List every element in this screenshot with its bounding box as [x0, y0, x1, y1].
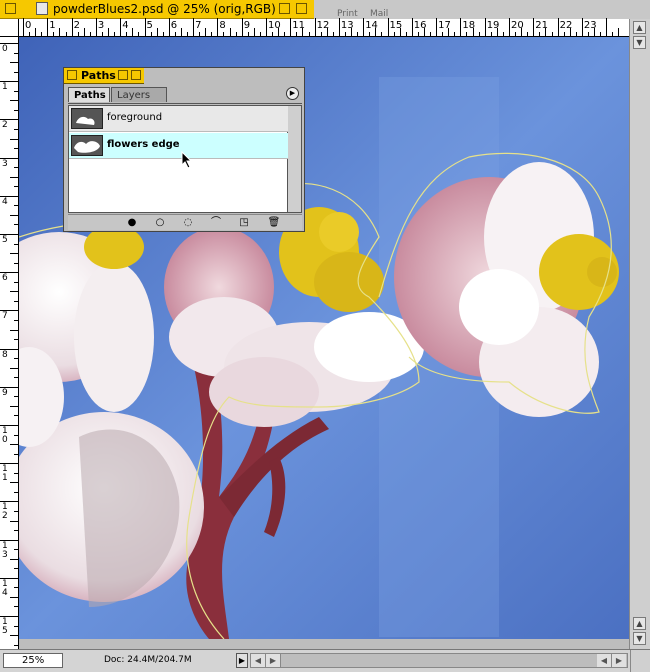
scroll-left-arrow-icon[interactable]: ◀: [597, 654, 612, 667]
ruler-tick-label: 5: [146, 20, 153, 31]
trash-icon[interactable]: 🗑: [264, 216, 284, 229]
ruler-tick-label: 9: [2, 387, 8, 398]
ruler-tick-label: 7: [2, 311, 8, 322]
ruler-tick-label: 14: [2, 578, 8, 598]
new-path-icon[interactable]: ◳: [234, 216, 254, 229]
horizontal-scrollbar[interactable]: ◀ ▶ ◀ ▶: [250, 653, 628, 668]
palette-close-box-icon[interactable]: [67, 70, 77, 80]
ruler-tick-label: 22: [559, 20, 573, 31]
ruler-tick-label: 18: [462, 20, 476, 31]
ruler-tick-label: 14: [365, 20, 378, 31]
vertical-ruler[interactable]: 0 1 2 3 4 5 6 7 8 9 10 11 12 13 14 15: [0, 37, 19, 649]
ruler-tick-label: 15: [389, 20, 403, 31]
fill-path-icon[interactable]: ●: [122, 216, 142, 229]
path-row-flowers-edge[interactable]: flowers edge: [69, 133, 288, 159]
palette-tabs: Paths Layers: [68, 87, 302, 104]
palette-zoom-box-icon[interactable]: [118, 70, 128, 80]
close-box-icon[interactable]: [5, 3, 16, 14]
active-title-area[interactable]: powderBlues2.psd @ 25% (orig,RGB): [0, 0, 314, 19]
ruler-tick-label: 7: [195, 20, 202, 31]
document-icon: [36, 2, 48, 15]
ruler-tick-label: 0: [25, 20, 32, 31]
collapse-box-icon[interactable]: [296, 3, 307, 14]
scroll-up-arrow-icon[interactable]: ▲: [633, 21, 646, 34]
ruler-tick-label: 6: [2, 273, 8, 284]
info-popup-arrow-icon[interactable]: ▶: [236, 653, 248, 668]
paths-list: foreground flowers edge: [68, 105, 288, 213]
paths-palette-toolbar: ● ○ ◌ ⌒ ◳ 🗑: [68, 214, 302, 230]
status-bar: 25% Doc: 24.4M/204.7M ▶ ◀ ▶ ◀ ▶: [0, 649, 650, 672]
ruler-tick-label: 1: [2, 82, 8, 93]
ruler-tick-label: 11: [292, 20, 306, 31]
document-size-info[interactable]: Doc: 24.4M/204.7M: [104, 655, 192, 665]
ruler-tick-label: 11: [2, 464, 8, 484]
path-thumbnail: [71, 135, 103, 156]
ruler-tick-label: 3: [2, 158, 8, 169]
mouse-pointer-icon: [181, 151, 193, 169]
make-workpath-icon[interactable]: ⌒: [206, 216, 226, 229]
ruler-tick-label: 8: [2, 349, 8, 360]
ruler-tick-label: 10: [268, 20, 281, 31]
scroll-right-arrow-icon[interactable]: ▶: [612, 654, 626, 667]
ruler-tick-label: 2: [2, 120, 8, 131]
tab-paths[interactable]: Paths: [68, 87, 110, 102]
ruler-tick-label: 4: [2, 196, 8, 207]
ruler-tick-label: 21: [535, 20, 549, 31]
path-thumbnail: [71, 108, 103, 129]
scroll-down-arrow-icon[interactable]: ▼: [633, 36, 646, 49]
load-selection-icon[interactable]: ◌: [178, 216, 198, 229]
scroll-left-arrow-icon[interactable]: ◀: [251, 654, 266, 667]
ruler-tick-label: 20: [511, 20, 524, 31]
ruler-tick-label: 8: [219, 20, 226, 31]
background-window-item: Mail: [370, 9, 389, 19]
scroll-up-arrow-icon[interactable]: ▲: [633, 617, 646, 630]
ruler-tick-label: 16: [413, 20, 427, 31]
resize-grip-icon[interactable]: [630, 650, 650, 672]
palette-title-bar[interactable]: Paths: [64, 68, 144, 84]
ruler-tick-label: 10: [2, 426, 8, 445]
ruler-tick-label: 3: [97, 20, 105, 31]
ruler-tick-label: 23: [583, 20, 597, 31]
tab-layers[interactable]: Layers: [111, 87, 167, 102]
ruler-tick-label: 12: [2, 502, 8, 522]
palette-menu-arrow-icon[interactable]: ▶: [286, 87, 299, 100]
ruler-tick-label: 6: [170, 20, 178, 31]
ruler-tick-label: 13: [340, 20, 354, 31]
path-row-foreground[interactable]: foreground: [69, 106, 288, 132]
ruler-tick-label: 17: [438, 20, 451, 31]
stroke-path-icon[interactable]: ○: [150, 216, 170, 229]
ruler-tick-label: 4: [122, 20, 129, 31]
ruler-tick-label: 13: [2, 540, 8, 560]
ruler-tick-label: 12: [316, 20, 330, 31]
background-window-item: Print: [337, 9, 358, 19]
ruler-tick-label: 5: [2, 235, 8, 245]
horizontal-ruler[interactable]: 0 1 2 3 4 5 6 7 8 9 10 11 12 13 14 15 16 17 18 19 20 21 22 23: [19, 18, 629, 37]
ruler-tick-label: 0: [2, 44, 8, 54]
vertical-scrollbar[interactable]: ▲ ▼ ▲ ▼: [629, 19, 650, 649]
ruler-tick-label: 19: [486, 20, 500, 31]
path-name: flowers edge: [107, 139, 180, 150]
ruler-tick-label: 1: [49, 20, 56, 31]
paths-palette[interactable]: Paths Paths Layers ▶ foreground flowers …: [63, 67, 305, 232]
palette-collapse-box-icon[interactable]: [131, 70, 141, 80]
scroll-right-arrow-icon[interactable]: ▶: [266, 654, 281, 667]
palette-title: Paths: [81, 69, 116, 82]
ruler-tick-label: 2: [73, 20, 80, 31]
zoom-box-icon[interactable]: [279, 3, 290, 14]
scroll-down-arrow-icon[interactable]: ▼: [633, 632, 646, 645]
title-bar: Print Mail powderBlues2.psd @ 25% (orig,…: [0, 0, 650, 19]
ruler-origin[interactable]: [0, 19, 19, 37]
path-name: foreground: [107, 112, 163, 123]
ruler-tick-label: 15: [2, 617, 8, 636]
paths-list-scrollbar[interactable]: [288, 105, 302, 213]
zoom-level-field[interactable]: 25%: [3, 653, 63, 668]
window-title: powderBlues2.psd @ 25% (orig,RGB): [53, 2, 276, 16]
ruler-tick-label: 9: [243, 20, 251, 31]
